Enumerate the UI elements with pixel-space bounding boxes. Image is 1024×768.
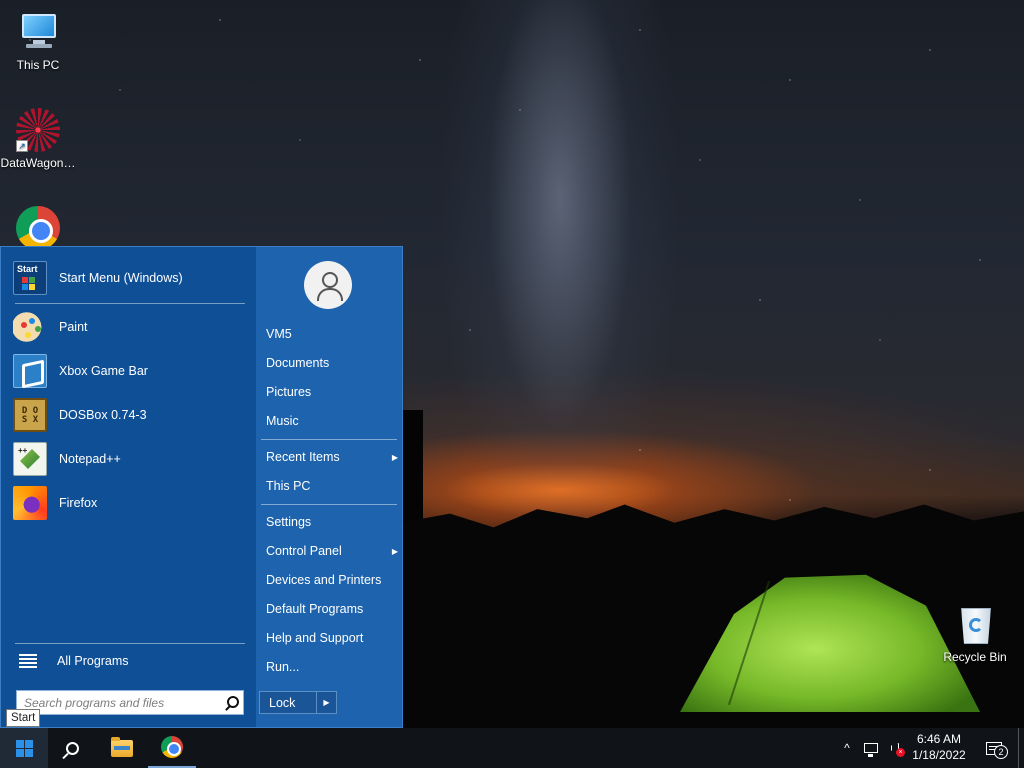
places-item-music[interactable]: Music: [266, 410, 398, 432]
dosbox-icon: D OS X: [13, 398, 47, 432]
places-item-recent-items[interactable]: Recent Items ▶: [266, 446, 398, 468]
start-menu-search[interactable]: [16, 690, 244, 715]
places-item-label: Default Programs: [266, 602, 364, 616]
taskbar: ^ × 6:46 AM 1/18/2022 2: [0, 728, 1024, 768]
chrome-icon: [161, 736, 183, 758]
submenu-arrow-icon: ▶: [391, 546, 398, 556]
places-item-label: Control Panel: [266, 544, 342, 558]
start-button[interactable]: [0, 728, 48, 768]
all-programs-label: All Programs: [57, 654, 129, 668]
places-item-label: Settings: [266, 515, 312, 529]
places-item-this-pc[interactable]: This PC: [266, 475, 398, 497]
clock-time: 6:46 AM: [916, 732, 962, 746]
start-menu-item-xbox-game-bar[interactable]: Xbox Game Bar: [13, 351, 249, 391]
places-item-label: Music: [266, 414, 299, 428]
taskbar-clock[interactable]: 6:46 AM 1/18/2022: [906, 731, 972, 763]
muted-badge-icon: ×: [896, 748, 905, 757]
submenu-arrow-icon: ▶: [391, 452, 398, 462]
recycle-bin-icon: [953, 602, 997, 646]
lock-button[interactable]: Lock ▶: [259, 691, 337, 714]
all-programs-button[interactable]: All Programs: [19, 651, 129, 671]
network-tray-button[interactable]: [860, 728, 882, 768]
places-item-help-and-support[interactable]: Help and Support: [266, 627, 398, 649]
lock-button-label: Lock: [269, 695, 296, 710]
clock-date: 1/18/2022: [912, 748, 966, 762]
places-item-documents[interactable]: Documents: [266, 352, 398, 374]
places-item-label: Recent Items: [266, 450, 340, 464]
places-item-label: Pictures: [266, 385, 312, 399]
places-item-user-folder[interactable]: VM5: [266, 323, 398, 345]
xbox-game-bar-icon: [13, 354, 47, 388]
network-icon: [864, 743, 878, 757]
start-menu-divider: [15, 303, 245, 304]
places-item-label: Documents: [266, 356, 330, 370]
volume-tray-button[interactable]: ×: [884, 728, 906, 768]
places-item-label: Devices and Printers: [266, 573, 382, 587]
notepad-plus-plus-icon: ++: [13, 442, 47, 476]
start-menu-item-firefox[interactable]: Firefox: [13, 483, 249, 523]
desktop-icon-label: DataWagon…: [0, 156, 76, 170]
paint-palette-icon: [13, 310, 47, 344]
start-menu: Start Start Menu (Windows) Paint Xbox Ga…: [0, 246, 403, 728]
taskbar-file-explorer[interactable]: [98, 728, 146, 768]
chevron-up-icon: ^: [844, 741, 850, 755]
places-item-devices-and-printers[interactable]: Devices and Printers: [266, 569, 398, 591]
start-menu-item-label: Start Menu (Windows): [59, 271, 183, 285]
places-item-label: Run...: [266, 660, 300, 674]
start-menu-places-pane: VM5 Documents Pictures Music Recent Item…: [256, 247, 402, 727]
action-center-button[interactable]: 2: [980, 728, 1008, 768]
windows-logo-icon: [15, 739, 33, 757]
desktop-icon-this-pc[interactable]: This PC: [0, 10, 76, 72]
start-menu-item-label: Notepad++: [59, 452, 121, 466]
desktop-icon-label: Recycle Bin: [943, 650, 1007, 664]
places-item-label: This PC: [266, 479, 311, 493]
user-avatar-icon[interactable]: [304, 261, 352, 309]
file-explorer-icon: [111, 736, 133, 757]
start-menu-item-label: Paint: [59, 320, 88, 334]
datawagon-icon: ↗: [16, 108, 60, 152]
start-menu-item-notepad-plus-plus[interactable]: ++ Notepad++: [13, 439, 249, 479]
firefox-icon: [13, 486, 47, 520]
shortcut-arrow-icon: ↗: [16, 140, 28, 152]
start-menu-item-label: Firefox: [59, 496, 98, 510]
desktop-icon-datawagon[interactable]: ↗ DataWagon…: [0, 108, 76, 170]
taskbar-chrome[interactable]: [148, 728, 196, 768]
places-item-label: VM5: [266, 327, 292, 341]
taskbar-search-button[interactable]: [48, 728, 96, 768]
start-menu-divider: [15, 643, 245, 644]
list-icon: [19, 654, 37, 668]
start-menu-item-label: Xbox Game Bar: [59, 364, 148, 378]
start-menu-item-start-menu-windows[interactable]: Start Start Menu (Windows): [13, 258, 249, 298]
start-menu-item-label: DOSBox 0.74-3: [59, 408, 147, 422]
places-item-control-panel[interactable]: Control Panel ▶: [266, 540, 398, 562]
start-menu-item-paint[interactable]: Paint: [13, 307, 249, 347]
start-tooltip: Start: [6, 709, 41, 727]
search-icon: [65, 741, 79, 755]
computer-icon: [16, 10, 60, 54]
places-item-label: Help and Support: [266, 631, 364, 645]
places-item-pictures[interactable]: Pictures: [266, 381, 398, 403]
places-divider: [261, 504, 397, 505]
show-desktop-button[interactable]: [1018, 728, 1024, 768]
places-item-settings[interactable]: Settings: [266, 511, 398, 533]
notification-count-badge: 2: [994, 745, 1008, 759]
desktop-icon-label: This PC: [16, 58, 60, 72]
shutdown-options-arrow-icon[interactable]: ▶: [316, 692, 336, 713]
start-menu-programs-pane: Start Start Menu (Windows) Paint Xbox Ga…: [1, 247, 256, 727]
start-menu-icon: Start: [13, 261, 47, 295]
show-hidden-icons-button[interactable]: ^: [838, 728, 856, 768]
chrome-icon: [16, 206, 60, 250]
search-icon[interactable]: [221, 692, 243, 714]
places-item-run[interactable]: Run...: [266, 656, 398, 678]
desktop-icon-recycle-bin[interactable]: Recycle Bin: [937, 602, 1013, 664]
start-menu-item-dosbox[interactable]: D OS X DOSBox 0.74-3: [13, 395, 249, 435]
places-item-default-programs[interactable]: Default Programs: [266, 598, 398, 620]
places-divider: [261, 439, 397, 440]
search-input[interactable]: [24, 695, 221, 710]
